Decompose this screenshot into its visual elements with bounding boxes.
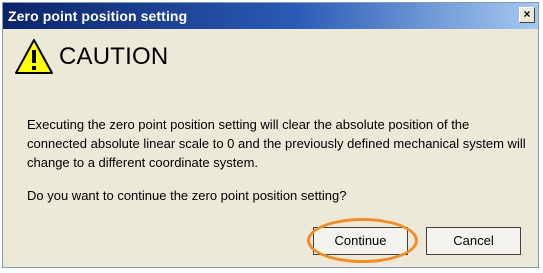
cancel-button[interactable]: Cancel bbox=[426, 227, 521, 255]
highlight-ring bbox=[307, 218, 418, 263]
confirmation-question: Do you want to continue the zero point p… bbox=[27, 188, 347, 203]
close-button[interactable]: × bbox=[519, 7, 535, 23]
dialog-window: Zero point position setting × CAUTION Ex… bbox=[2, 2, 539, 268]
caution-heading: CAUTION bbox=[59, 43, 169, 70]
title-bar: Zero point position setting × bbox=[3, 3, 538, 29]
window-title: Zero point position setting bbox=[8, 8, 188, 24]
close-icon: × bbox=[523, 7, 531, 21]
warning-message: Executing the zero point position settin… bbox=[27, 117, 526, 170]
warning-triangle-icon bbox=[15, 39, 53, 74]
